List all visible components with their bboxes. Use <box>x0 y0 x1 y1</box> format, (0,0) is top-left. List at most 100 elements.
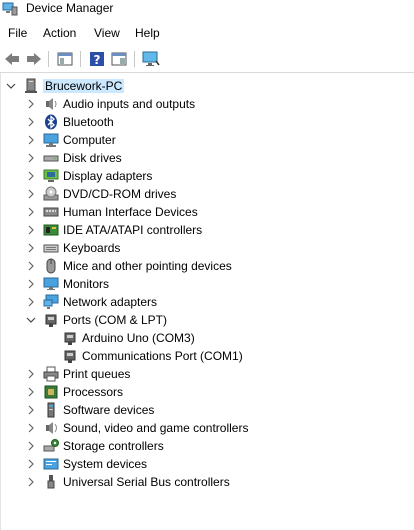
tree-category-processors[interactable]: Processors <box>1 383 414 401</box>
toolbar-separator <box>80 51 81 67</box>
tree-category-display-adapters[interactable]: Display adapters <box>1 167 414 185</box>
tree-category-label[interactable]: System devices <box>63 457 147 471</box>
chevron-right-icon[interactable] <box>25 457 37 471</box>
hid-icon <box>43 204 59 220</box>
tree-category-ports-com-lpt[interactable]: Ports (COM & LPT) <box>1 311 414 329</box>
dvd-drive-icon <box>43 186 59 202</box>
tree-category-computer[interactable]: Computer <box>1 131 414 149</box>
tree-category-label[interactable]: Keyboards <box>63 241 120 255</box>
tree-category-label[interactable]: Sound, video and game controllers <box>63 421 248 435</box>
properties-icon[interactable] <box>110 50 128 68</box>
tree-category-audio-inputs-and-outputs[interactable]: Audio inputs and outputs <box>1 95 414 113</box>
show-hide-console-tree-icon[interactable] <box>56 50 74 68</box>
ide-controller-icon <box>43 222 59 238</box>
tree-category-system-devices[interactable]: System devices <box>1 455 414 473</box>
port-icon <box>62 330 78 346</box>
chevron-right-icon[interactable] <box>25 187 37 201</box>
tree-category-label[interactable]: Human Interface Devices <box>63 205 198 219</box>
back-icon[interactable] <box>3 50 21 68</box>
menu-file[interactable]: File <box>6 26 29 40</box>
tree-category-software-devices[interactable]: Software devices <box>1 401 414 419</box>
chevron-right-icon[interactable] <box>25 277 37 291</box>
root-computer-name[interactable]: Brucework-PC <box>43 79 125 93</box>
chevron-right-icon[interactable] <box>25 421 37 435</box>
port-icon <box>62 348 78 364</box>
help-icon[interactable]: ? <box>88 50 106 68</box>
tree-category-label[interactable]: DVD/CD-ROM drives <box>63 187 176 201</box>
tree-category-label[interactable]: IDE ATA/ATAPI controllers <box>63 223 202 237</box>
chevron-down-icon[interactable] <box>5 79 17 93</box>
chevron-right-icon[interactable] <box>25 151 37 165</box>
tree-category-universal-serial-bus-controllers[interactable]: Universal Serial Bus controllers <box>1 473 414 491</box>
tree-category-label[interactable]: Mice and other pointing devices <box>63 259 232 273</box>
chevron-right-icon[interactable] <box>25 115 37 129</box>
device-manager-app-icon <box>2 2 18 16</box>
forward-icon[interactable] <box>25 50 43 68</box>
toolbar-separator <box>48 51 49 67</box>
tree-category-label[interactable]: Software devices <box>63 403 154 417</box>
computer-icon <box>43 132 59 148</box>
tree-category-print-queues[interactable]: Print queues <box>1 365 414 383</box>
menu-view[interactable]: View <box>92 26 122 40</box>
tree-category-disk-drives[interactable]: Disk drives <box>1 149 414 167</box>
tree-category-label[interactable]: Audio inputs and outputs <box>63 97 195 111</box>
scan-hardware-icon[interactable] <box>142 50 160 68</box>
tree-root-node[interactable]: Brucework-PC <box>1 77 414 95</box>
tree-category-bluetooth[interactable]: Bluetooth <box>1 113 414 131</box>
speaker-icon <box>43 96 59 112</box>
tree-device-arduino-uno-com3[interactable]: Arduino Uno (COM3) <box>1 329 414 347</box>
mouse-icon <box>43 258 59 274</box>
system-device-icon <box>43 456 59 472</box>
tree-category-storage-controllers[interactable]: Storage controllers <box>1 437 414 455</box>
tree-category-keyboards[interactable]: Keyboards <box>1 239 414 257</box>
tree-category-monitors[interactable]: Monitors <box>1 275 414 293</box>
chevron-right-icon[interactable] <box>25 367 37 381</box>
tree-category-label[interactable]: Bluetooth <box>63 115 114 129</box>
network-adapter-icon <box>43 294 59 310</box>
chevron-right-icon[interactable] <box>25 223 37 237</box>
menu-help[interactable]: Help <box>133 26 162 40</box>
title-bar: Device Manager <box>0 0 414 20</box>
tree-category-label[interactable]: Processors <box>63 385 123 399</box>
toolbar-separator <box>134 51 135 67</box>
tree-category-human-interface-devices[interactable]: Human Interface Devices <box>1 203 414 221</box>
chevron-right-icon[interactable] <box>25 241 37 255</box>
tree-category-label[interactable]: Print queues <box>63 367 130 381</box>
sound-controller-icon <box>43 420 59 436</box>
tree-device-communications-port-com1[interactable]: Communications Port (COM1) <box>1 347 414 365</box>
tree-category-dvd-cd-rom-drives[interactable]: DVD/CD-ROM drives <box>1 185 414 203</box>
tree-category-label[interactable]: Universal Serial Bus controllers <box>63 475 230 489</box>
display-adapter-icon <box>43 168 59 184</box>
chevron-right-icon[interactable] <box>25 97 37 111</box>
chevron-right-icon[interactable] <box>25 385 37 399</box>
printer-icon <box>43 366 59 382</box>
tree-category-label[interactable]: Disk drives <box>63 151 122 165</box>
chevron-right-icon[interactable] <box>25 205 37 219</box>
toolbar: ? <box>0 46 414 73</box>
tree-device-label[interactable]: Arduino Uno (COM3) <box>82 331 195 345</box>
tree-category-mice-and-other-pointing-devices[interactable]: Mice and other pointing devices <box>1 257 414 275</box>
tree-category-label[interactable]: Network adapters <box>63 295 157 309</box>
chevron-right-icon[interactable] <box>25 475 37 489</box>
chevron-right-icon[interactable] <box>25 295 37 309</box>
chevron-down-icon[interactable] <box>25 313 37 327</box>
tree-category-sound-video-and-game-controllers[interactable]: Sound, video and game controllers <box>1 419 414 437</box>
chevron-right-icon[interactable] <box>25 439 37 453</box>
chevron-right-icon[interactable] <box>25 169 37 183</box>
chevron-right-icon[interactable] <box>25 133 37 147</box>
tree-category-label[interactable]: Computer <box>63 133 116 147</box>
tree-category-ide-ata-atapi-controllers[interactable]: IDE ATA/ATAPI controllers <box>1 221 414 239</box>
chevron-right-icon[interactable] <box>25 259 37 273</box>
chevron-right-icon[interactable] <box>25 403 37 417</box>
tree-category-label[interactable]: Monitors <box>63 277 109 291</box>
tree-category-label[interactable]: Display adapters <box>63 169 152 183</box>
tree-device-label[interactable]: Communications Port (COM1) <box>82 349 243 363</box>
tree-category-label[interactable]: Ports (COM & LPT) <box>63 313 167 327</box>
tree-category-network-adapters[interactable]: Network adapters <box>1 293 414 311</box>
menu-action[interactable]: Action <box>41 26 78 40</box>
tree-category-label[interactable]: Storage controllers <box>63 439 164 453</box>
computer-host-icon <box>24 78 40 94</box>
menu-bar: File Action View Help <box>0 22 414 44</box>
device-tree[interactable]: Brucework-PC Audio inputs and outputs Blu… <box>0 73 414 530</box>
storage-controller-icon <box>43 438 59 454</box>
